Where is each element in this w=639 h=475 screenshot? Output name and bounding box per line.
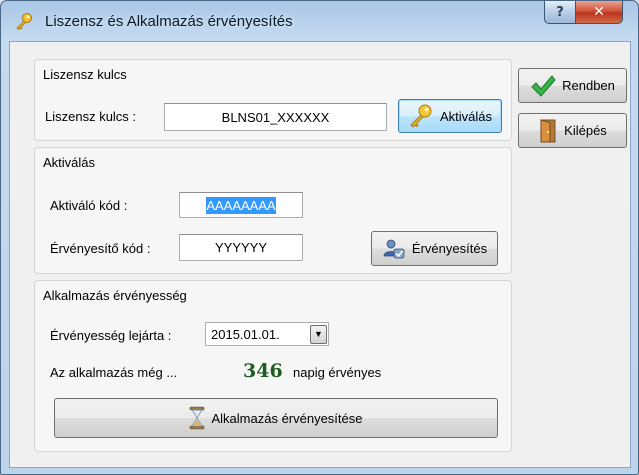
ok-button-label: Rendben <box>562 78 615 93</box>
apply-validation-button[interactable]: Alkalmazás érvényesítése <box>54 398 498 438</box>
key-icon <box>408 103 434 129</box>
activation-code-input[interactable]: AAAAAAAA <box>179 192 303 218</box>
expiry-date-dropdown[interactable]: 2015.01.01. ▼ <box>205 322 329 346</box>
hourglass-icon <box>189 406 205 430</box>
title-bar[interactable]: Liszensz és Alkalmazás érvényesítés ? ✕ <box>1 1 638 41</box>
remaining-days-count: 346 <box>243 360 283 382</box>
chevron-down-icon[interactable]: ▼ <box>310 324 327 344</box>
validation-code-value: YYYYYY <box>214 240 268 255</box>
user-validate-icon <box>382 237 406 261</box>
activate-button[interactable]: Aktiválás <box>398 99 502 133</box>
help-button[interactable]: ? <box>544 1 576 24</box>
dialog-window: Liszensz és Alkalmazás érvényesítés ? ✕ … <box>0 0 639 475</box>
remaining-suffix-text: napig érvényes <box>293 365 382 380</box>
close-button[interactable]: ✕ <box>575 1 623 24</box>
exit-button-label: Kilépés <box>564 123 607 138</box>
expiry-label: Érvényesség lejárta : <box>50 328 172 343</box>
activation-group: Aktiválás Aktiváló kód : AAAAAAAA Érvény… <box>34 147 512 274</box>
checkmark-icon <box>530 73 556 99</box>
validity-group: Alkalmazás érvényesség Érvényesség lejár… <box>34 280 512 452</box>
window-title: Liszensz és Alkalmazás érvényesítés <box>45 13 293 30</box>
license-key-value: BLNS01_XXXXXX <box>221 109 330 125</box>
key-icon <box>14 12 34 32</box>
ok-button[interactable]: Rendben <box>518 68 627 103</box>
license-key-group-title: Liszensz kulcs <box>43 67 127 82</box>
expiry-date-value: 2015.01.01. <box>211 326 280 342</box>
apply-validation-button-label: Alkalmazás érvényesítése <box>211 410 363 426</box>
validation-code-input[interactable]: YYYYYY <box>179 234 303 261</box>
license-key-input[interactable]: BLNS01_XXXXXX <box>164 103 387 131</box>
dialog-client-area: Liszensz kulcs Liszensz kulcs : BLNS01_X… <box>9 41 631 468</box>
validity-group-title: Alkalmazás érvényesség <box>43 288 187 303</box>
close-icon: ✕ <box>593 4 605 20</box>
validation-code-label: Érvényesítő kód : <box>50 241 151 256</box>
license-key-group: Liszensz kulcs Liszensz kulcs : BLNS01_X… <box>34 59 512 141</box>
remaining-prefix-text: Az alkalmazás még ... <box>50 365 178 380</box>
activation-code-label: Aktiváló kód : <box>50 198 128 213</box>
license-key-label: Liszensz kulcs : <box>45 109 137 124</box>
validate-button-label: Érvényesítés <box>411 241 488 256</box>
activation-code-value: AAAAAAAA <box>206 196 276 214</box>
validate-button[interactable]: Érvényesítés <box>371 231 498 266</box>
activation-group-title: Aktiválás <box>43 155 96 170</box>
door-exit-icon <box>538 118 558 143</box>
activate-button-label: Aktiválás <box>439 108 493 124</box>
exit-button[interactable]: Kilépés <box>518 113 627 148</box>
